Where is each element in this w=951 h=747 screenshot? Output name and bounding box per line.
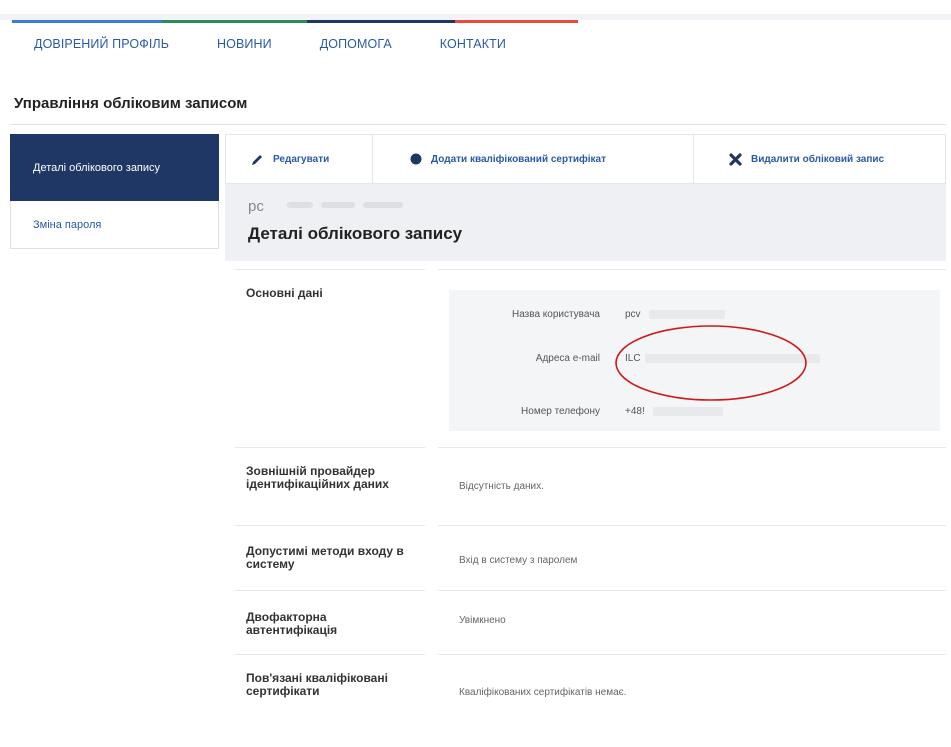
delete-account-label: Видалити обліковий запис <box>751 153 885 165</box>
login-methods-label: Допустимі методи входу в систему <box>246 544 404 571</box>
redacted-text <box>287 202 313 208</box>
row-divider <box>235 447 425 448</box>
row-divider <box>235 525 425 526</box>
username-short: pc <box>248 198 264 215</box>
nav-news[interactable]: НОВИНИ <box>217 37 272 51</box>
title-divider <box>10 124 946 125</box>
redacted-text <box>649 310 725 319</box>
red-ellipse-annotation <box>615 325 807 401</box>
sidebar-item-change-password[interactable]: Зміна пароля <box>10 201 219 249</box>
sidebar-item-account-details[interactable]: Деталі облікового запису <box>10 134 219 201</box>
nav-trusted-profile[interactable]: ДОВІРЕНИЙ ПРОФІЛЬ <box>34 37 169 51</box>
circle-icon <box>410 153 422 165</box>
sidebar: Деталі облікового запису Зміна пароля <box>10 134 219 249</box>
row-divider <box>438 269 946 270</box>
stripe-red <box>455 20 578 23</box>
action-bar: Редагувати Додати кваліфікований сертифі… <box>225 134 946 184</box>
username-value: pcv <box>625 309 641 320</box>
nav-help[interactable]: ДОПОМОГА <box>320 37 392 51</box>
sidebar-item-label: Деталі облікового запису <box>33 161 161 174</box>
linked-certificates-label: Пов'язані кваліфіковані сертифікати <box>246 671 388 698</box>
add-certificate-button[interactable]: Додати кваліфікований сертифікат <box>373 135 694 183</box>
nav-contacts[interactable]: КОНТАКТИ <box>440 37 506 51</box>
row-divider <box>438 590 946 591</box>
top-nav: ДОВІРЕНИЙ ПРОФІЛЬ НОВИНИ ДОПОМОГА КОНТАК… <box>34 37 554 51</box>
row-divider <box>438 525 946 526</box>
two-factor-value: Увімкнено <box>459 615 506 626</box>
username-label: Назва користувача <box>512 309 600 320</box>
row-divider <box>235 269 425 270</box>
linked-certificates-value: Кваліфікованих сертифікатів немає. <box>459 687 627 698</box>
section-title: Деталі облікового запису <box>248 224 463 243</box>
top-color-stripe <box>12 20 578 23</box>
redacted-text <box>363 202 403 208</box>
email-label: Адреса e-mail <box>535 353 600 364</box>
redacted-text <box>653 407 723 416</box>
pencil-icon <box>251 153 264 166</box>
row-divider <box>235 590 425 591</box>
sidebar-item-label: Зміна пароля <box>33 218 102 231</box>
basic-data-label: Основні дані <box>246 286 323 300</box>
account-header-panel: pc Деталі облікового запису <box>225 184 946 261</box>
stripe-blue <box>12 20 162 23</box>
stripe-green <box>162 20 307 23</box>
redacted-text <box>321 202 355 208</box>
row-divider <box>438 447 946 448</box>
edit-label: Редагувати <box>273 153 330 165</box>
row-divider <box>235 654 425 655</box>
phone-value: +48! <box>625 406 645 417</box>
two-factor-label: Двофакторна автентифікація <box>246 610 338 637</box>
external-provider-label: Зовнішній провайдер ідентифікаційних дан… <box>246 464 389 491</box>
row-divider <box>438 654 946 655</box>
edit-button[interactable]: Редагувати <box>226 135 373 183</box>
page-title: Управління обліковим записом <box>14 95 248 112</box>
add-certificate-label: Додати кваліфікований сертифікат <box>431 153 607 165</box>
phone-label: Номер телефону <box>521 406 600 417</box>
stripe-navy <box>307 20 455 23</box>
x-icon <box>729 152 742 166</box>
delete-account-button[interactable]: Видалити обліковий запис <box>694 135 945 183</box>
login-methods-value: Вхід в систему з паролем <box>459 555 578 566</box>
external-provider-value: Відсутність даних. <box>459 481 544 492</box>
